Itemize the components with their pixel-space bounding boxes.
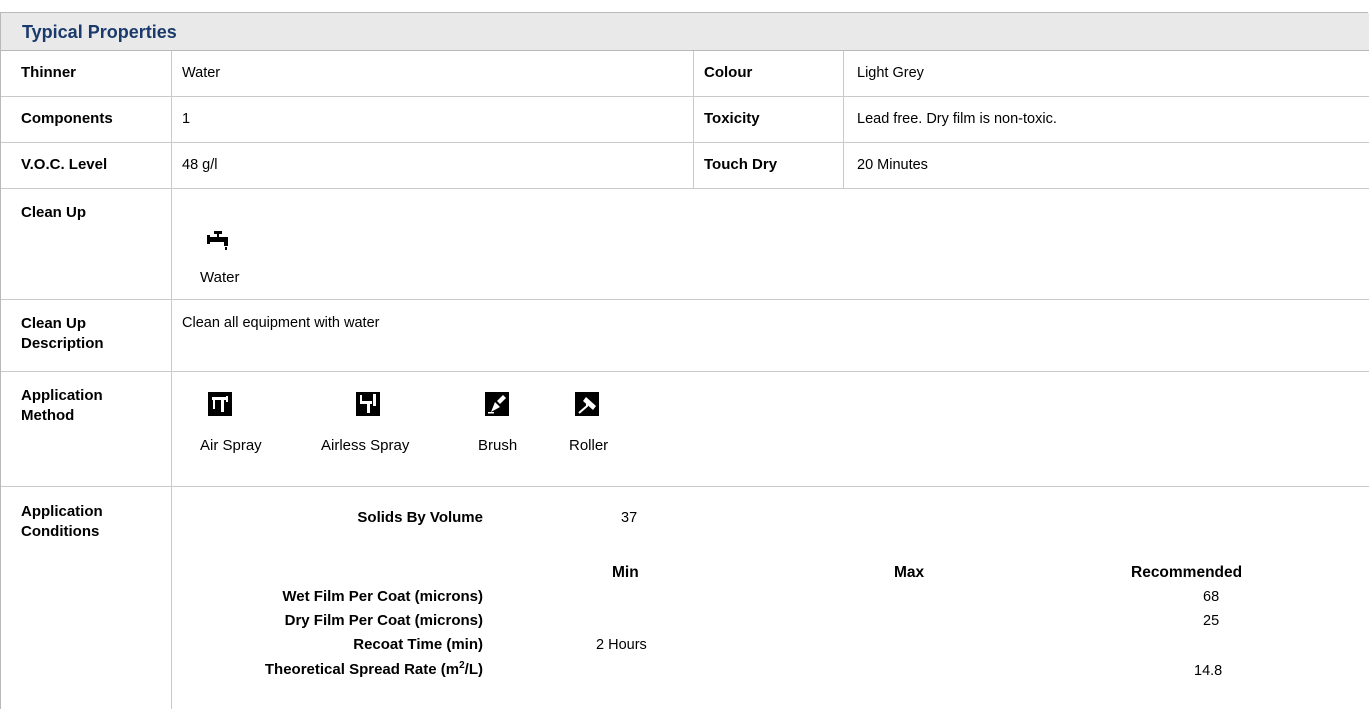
wet-film-recommended: 68: [1203, 589, 1220, 605]
colour-value: Light Grey: [857, 65, 924, 81]
property-row-components: Components 1 Toxicity Lead free. Dry fil…: [1, 97, 1369, 143]
section-title: Typical Properties: [22, 22, 177, 42]
solids-by-volume-label: Solids By Volume: [357, 509, 483, 526]
divider: [171, 97, 172, 143]
property-row-application-method: Application Method Air Spray Airless Spr…: [1, 372, 1369, 487]
application-conditions-label-2: Conditions: [21, 523, 100, 540]
components-label: Components: [21, 110, 113, 127]
airless-spray-caption: Airless Spray: [321, 437, 410, 454]
column-recommended: Recommended: [1131, 564, 1243, 581]
property-row-voc: V.O.C. Level 48 g/l Touch Dry 20 Minutes: [1, 143, 1369, 189]
application-method-label-1: Application: [21, 387, 103, 404]
divider: [843, 51, 844, 97]
property-row-thinner: Thinner Water Colour Light Grey: [1, 51, 1369, 97]
divider: [693, 143, 694, 189]
recoat-time-min: 2 Hours: [596, 637, 647, 653]
roller-caption: Roller: [569, 437, 609, 454]
touch-dry-label: Touch Dry: [704, 156, 778, 173]
colour-label: Colour: [704, 64, 753, 81]
divider: [171, 372, 172, 487]
spread-rate-label: Theoretical Spread Rate (m2/L): [264, 660, 483, 678]
toxicity-value: Lead free. Dry film is non-toxic.: [857, 111, 1057, 127]
touch-dry-value: 20 Minutes: [857, 157, 928, 173]
property-row-clean-up-description: Clean Up Description Clean all equipment…: [1, 300, 1369, 372]
application-conditions-label-1: Application: [21, 503, 103, 520]
thinner-value: Water: [182, 65, 221, 81]
divider: [171, 300, 172, 372]
divider: [693, 97, 694, 143]
spread-rate-recommended: 14.8: [1194, 663, 1223, 679]
column-min: Min: [612, 564, 639, 581]
application-method-label-2: Method: [21, 407, 75, 424]
divider: [171, 143, 172, 189]
divider: [171, 487, 172, 709]
recoat-time-label: Recoat Time (min): [353, 636, 483, 653]
components-value: 1: [182, 111, 191, 127]
tap-icon: [207, 231, 228, 250]
column-max: Max: [894, 564, 925, 581]
divider: [171, 51, 172, 97]
thinner-label: Thinner: [21, 64, 76, 81]
divider: [843, 143, 844, 189]
dry-film-label: Dry Film Per Coat (microns): [284, 612, 483, 629]
dry-film-recommended: 25: [1203, 613, 1220, 629]
divider: [171, 189, 172, 300]
section-header: Typical Properties: [1, 13, 1369, 51]
air-spray-icon: [208, 392, 232, 416]
clean-up-label: Clean Up: [21, 204, 87, 221]
air-spray-caption: Air Spray: [200, 437, 262, 454]
clean-up-desc-label-2: Description: [21, 335, 104, 352]
roller-icon: [575, 392, 599, 416]
brush-caption: Brush: [478, 437, 518, 454]
clean-up-desc-value: Clean all equipment with water: [182, 315, 380, 331]
voc-label: V.O.C. Level: [21, 156, 108, 173]
clean-up-caption: Water: [200, 269, 240, 286]
property-row-application-conditions: Application Conditions Solids By Volume …: [1, 487, 1369, 709]
voc-value: 48 g/l: [182, 157, 218, 173]
toxicity-label: Toxicity: [704, 110, 760, 127]
solids-by-volume-value: 37: [621, 510, 638, 526]
brush-icon: [485, 392, 509, 416]
property-row-clean-up: Clean Up Water: [1, 189, 1369, 300]
divider: [843, 97, 844, 143]
wet-film-label: Wet Film Per Coat (microns): [282, 588, 483, 605]
divider: [693, 51, 694, 97]
airless-spray-icon: [356, 392, 380, 416]
clean-up-desc-label-1: Clean Up: [21, 315, 87, 332]
